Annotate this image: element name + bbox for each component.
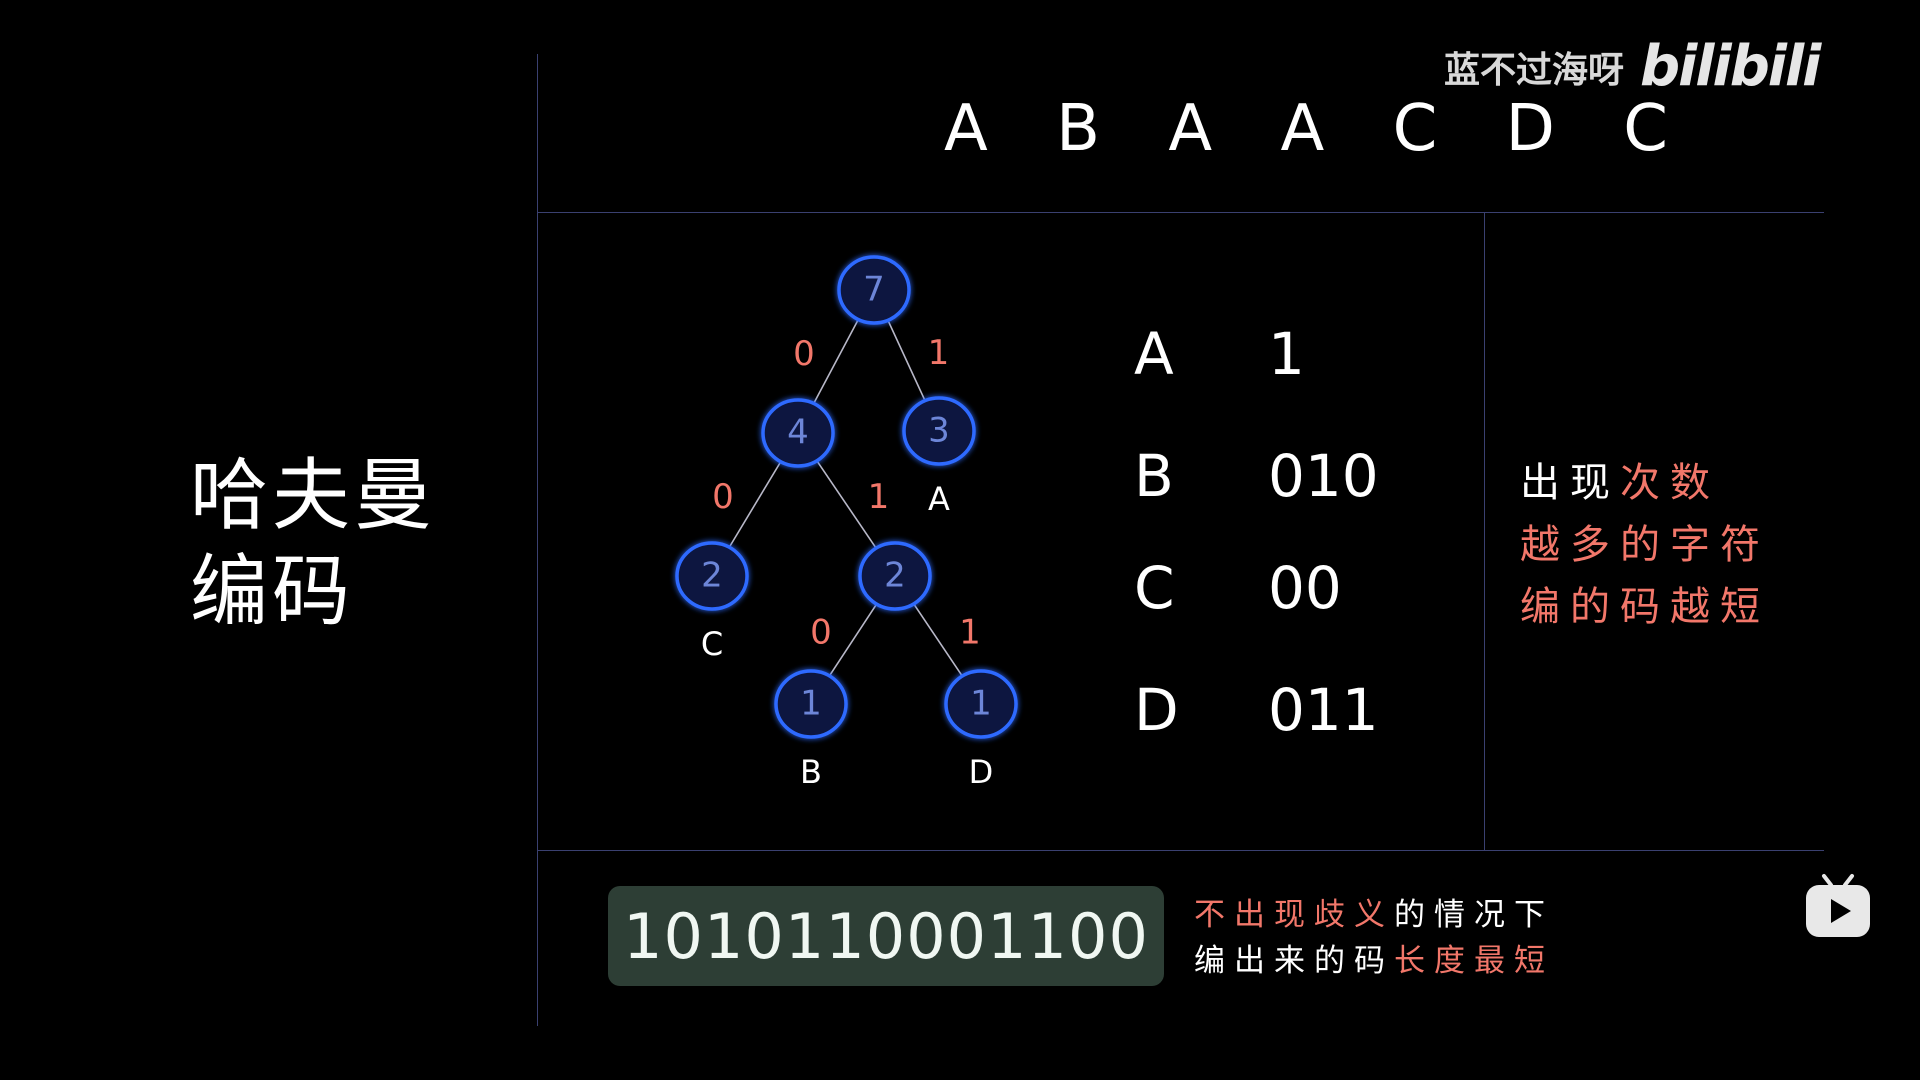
note-line-2: 编出来的码长度最短 <box>1194 943 1554 979</box>
node-weight: 2 <box>884 556 906 596</box>
right-divider <box>1484 212 1485 850</box>
tree-node-n4: 4 <box>761 398 835 468</box>
tree-node-root: 7 <box>837 255 911 325</box>
tree-edge <box>813 320 859 403</box>
tree-node-n2: 2 <box>858 541 932 611</box>
code-char: A <box>1134 320 1174 388</box>
note-line-3: 编的码越短 <box>1520 584 1770 630</box>
code-value: 010 <box>1268 442 1379 510</box>
uploader-name: 蓝不过海呀 <box>1444 49 1625 91</box>
watermark: 蓝不过海呀 bilibili <box>1444 34 1821 99</box>
node-weight: 7 <box>863 270 885 310</box>
note-line-1: 不出现歧义的情况下 <box>1194 897 1554 933</box>
bilibili-logo: bilibili <box>1640 34 1821 99</box>
code-value: 1 <box>1268 320 1305 388</box>
code-value: 00 <box>1268 554 1342 622</box>
node-weight: 1 <box>970 684 992 724</box>
tree-node-n1d: 1 <box>944 669 1018 739</box>
huffman-tree: 0 1 0 1 0 1 7 4 3 2 2 1 1 A C B D <box>675 255 1018 791</box>
bilibili-tv-play-icon[interactable] <box>1804 872 1872 940</box>
edge-bit-label: 1 <box>959 613 981 653</box>
top-divider <box>537 212 1824 213</box>
edge-bit-label: 0 <box>810 613 832 653</box>
source-sequence: A B A A C D C <box>944 92 1692 166</box>
bottom-divider <box>537 850 1824 851</box>
code-char: D <box>1134 676 1179 744</box>
note-line-1: 出现次数 <box>1520 460 1720 506</box>
left-divider <box>537 54 538 1026</box>
tree-node-n2c: 2 <box>675 541 749 611</box>
title-line-2: 编码 <box>190 547 355 637</box>
node-weight: 4 <box>787 413 809 453</box>
node-weight: 1 <box>800 684 822 724</box>
edge-bit-label: 1 <box>928 333 950 373</box>
code-char: B <box>1134 442 1174 510</box>
leaf-char-label: D <box>969 753 994 791</box>
tree-edge <box>913 604 963 676</box>
tree-node-n1b: 1 <box>774 669 848 739</box>
frequency-note: 出现次数 越多的字符 编的码越短 <box>1520 452 1770 638</box>
node-weight: 2 <box>701 556 723 596</box>
edge-bit-label: 0 <box>793 334 815 374</box>
encoded-result-box: 1010110001100 <box>608 886 1164 986</box>
note-line-2: 越多的字符 <box>1520 522 1770 568</box>
leaf-char-label: A <box>928 480 950 518</box>
node-weight: 3 <box>928 411 950 451</box>
encoded-bitstring: 1010110001100 <box>623 899 1149 973</box>
tree-node-n3: 3 <box>902 396 976 466</box>
title-line-1: 哈夫曼 <box>190 451 437 541</box>
edge-bit-label: 1 <box>868 477 890 517</box>
tree-edge <box>829 604 877 676</box>
tree-edge <box>729 462 781 547</box>
code-value: 011 <box>1268 676 1379 744</box>
code-char: C <box>1134 554 1175 622</box>
leaf-char-label: C <box>701 625 723 663</box>
length-note: 不出现歧义的情况下 编出来的码长度最短 <box>1194 892 1554 984</box>
tree-edge <box>887 321 926 400</box>
edge-bit-label: 0 <box>712 477 734 517</box>
page-title: 哈夫曼 编码 <box>190 448 436 640</box>
leaf-char-label: B <box>800 753 822 791</box>
